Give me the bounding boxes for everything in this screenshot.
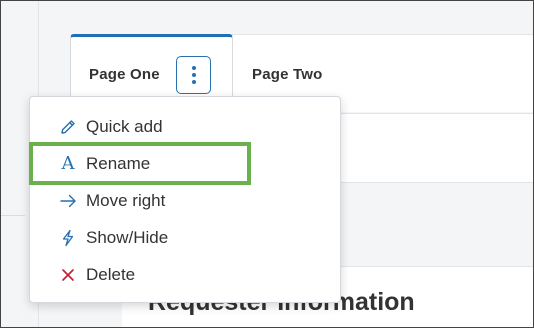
kebab-dot-icon [191,73,196,77]
menu-item-label: Quick add [86,117,163,136]
tab-page-one-label: Page One [89,66,160,83]
rail-divider [1,215,25,216]
lightning-icon [59,229,77,247]
menu-item-label: Delete [86,265,136,284]
pencil-icon [59,118,77,136]
kebab-dot-icon [191,66,196,70]
menu-item-label: Show/Hide [86,228,169,247]
menu-item-label: Rename [86,154,151,173]
tab-page-two[interactable]: Page Two [252,66,323,83]
tab-options-button[interactable] [176,56,211,94]
menu-item-move-right[interactable]: Move right [30,184,340,218]
rename-icon: A [61,153,75,174]
close-icon [59,266,77,284]
tab-options-menu: Quick add A Rename Move right Show/Hide … [29,96,341,303]
menu-item-label: Move right [86,191,166,210]
menu-item-delete[interactable]: Delete [30,258,340,292]
menu-item-quick-add[interactable]: Quick add [30,110,340,144]
kebab-dot-icon [191,80,196,84]
menu-item-rename[interactable]: A Rename [30,147,340,181]
menu-item-show-hide[interactable]: Show/Hide [30,221,340,255]
arrow-right-icon [59,192,77,210]
